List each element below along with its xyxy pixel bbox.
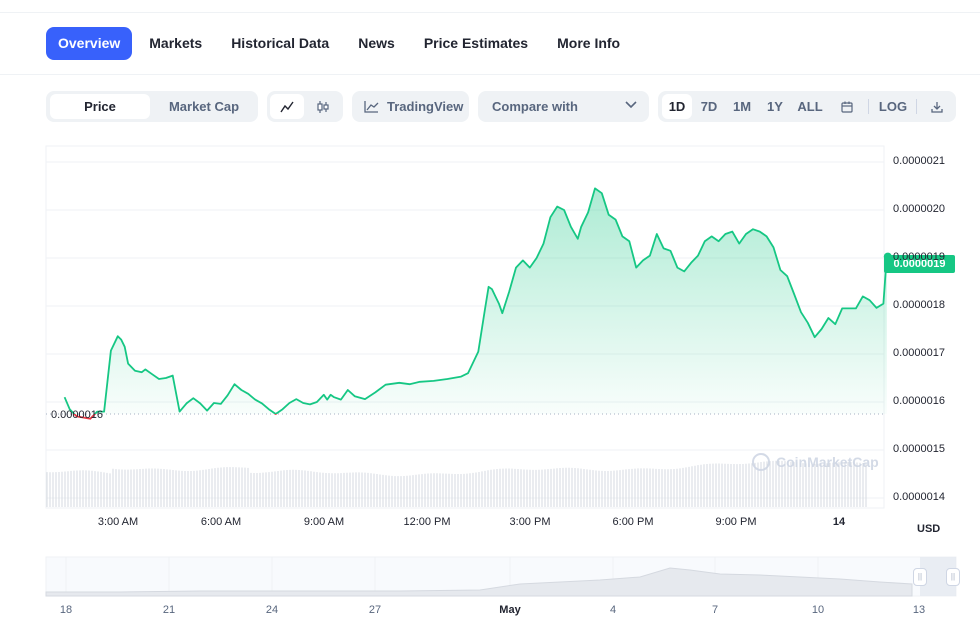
tab-price-estimates[interactable]: Price Estimates xyxy=(412,27,540,60)
chevron-down-icon xyxy=(625,101,637,109)
tabs-divider xyxy=(0,74,980,75)
y-axis-tick: 0.0000018 xyxy=(893,299,945,311)
navigator-tick: 13 xyxy=(912,604,926,616)
range-1m-button[interactable]: 1M xyxy=(726,94,758,119)
coinmarketcap-logo-icon xyxy=(752,453,770,471)
range-all-button[interactable]: ALL xyxy=(793,94,827,119)
tradingview-icon xyxy=(364,101,379,113)
y-axis-tick: 0.0000017 xyxy=(893,347,945,359)
tab-overview[interactable]: Overview xyxy=(46,27,133,60)
tab-more-info[interactable]: More Info xyxy=(545,27,632,60)
compare-with-label: Compare with xyxy=(492,99,578,114)
tab-historical-data[interactable]: Historical Data xyxy=(219,27,341,60)
price-chart[interactable] xyxy=(0,140,980,600)
range-1y-button[interactable]: 1Y xyxy=(761,94,789,119)
navigator-tick: 24 xyxy=(265,604,279,616)
watermark-text: CoinMarketCap xyxy=(776,454,879,470)
tradingview-button[interactable]: TradingView xyxy=(352,91,469,122)
x-axis-tick: 9:00 AM xyxy=(303,516,345,528)
navigator-left-handle[interactable]: || xyxy=(913,568,927,586)
x-axis-tick: 14 xyxy=(832,516,846,528)
log-scale-button[interactable]: LOG xyxy=(876,94,910,119)
range-7d-button[interactable]: 7D xyxy=(694,94,724,119)
navigator-tick: 10 xyxy=(811,604,825,616)
navigator-tick: 7 xyxy=(711,604,719,616)
navigator-tick: May xyxy=(499,604,521,616)
page-tabs: Overview Markets Historical Data News Pr… xyxy=(46,27,637,60)
market-cap-toggle-button[interactable]: Market Cap xyxy=(154,94,254,119)
chart-style-toggle xyxy=(267,91,343,122)
y-axis-tick: 0.0000019 xyxy=(893,251,945,263)
x-axis-tick: 6:00 PM xyxy=(612,516,654,528)
currency-label: USD xyxy=(917,523,941,535)
candlestick-icon[interactable] xyxy=(306,94,340,119)
x-axis-tick: 12:00 PM xyxy=(403,516,451,528)
range-divider xyxy=(868,99,869,114)
range-divider xyxy=(916,99,917,114)
y-axis-tick: 0.0000015 xyxy=(893,443,945,455)
y-axis-tick: 0.0000020 xyxy=(893,203,945,215)
x-axis-tick: 3:00 PM xyxy=(509,516,551,528)
navigator-tick: 21 xyxy=(162,604,176,616)
navigator-tick: 4 xyxy=(609,604,617,616)
price-marketcap-toggle: Price Market Cap xyxy=(46,91,258,122)
navigator-tick: 27 xyxy=(368,604,382,616)
top-divider xyxy=(0,12,980,13)
download-icon[interactable] xyxy=(922,94,952,119)
tab-news[interactable]: News xyxy=(346,27,407,60)
navigator-right-handle[interactable]: || xyxy=(946,568,960,586)
x-axis-tick: 6:00 AM xyxy=(200,516,242,528)
x-axis-tick: 3:00 AM xyxy=(97,516,139,528)
time-range-selector: 1D 7D 1M 1Y ALL LOG xyxy=(658,91,956,122)
line-chart-icon[interactable] xyxy=(270,94,304,119)
compare-with-dropdown[interactable]: Compare with xyxy=(478,91,649,122)
price-toggle-button[interactable]: Price xyxy=(50,94,150,119)
price-area-fill xyxy=(64,188,887,414)
tradingview-label: TradingView xyxy=(387,99,464,114)
calendar-icon[interactable] xyxy=(832,94,862,119)
tab-markets[interactable]: Markets xyxy=(137,27,214,60)
x-axis-tick: 9:00 PM xyxy=(715,516,757,528)
navigator-tick: 18 xyxy=(59,604,73,616)
y-axis-tick: 0.0000014 xyxy=(893,491,945,503)
y-axis-tick: 0.0000021 xyxy=(893,155,945,167)
watermark: CoinMarketCap xyxy=(752,453,879,471)
range-1d-button[interactable]: 1D xyxy=(662,94,692,119)
y-axis-tick: 0.0000016 xyxy=(893,395,945,407)
reference-price-label: 0.0000016 xyxy=(51,409,103,421)
